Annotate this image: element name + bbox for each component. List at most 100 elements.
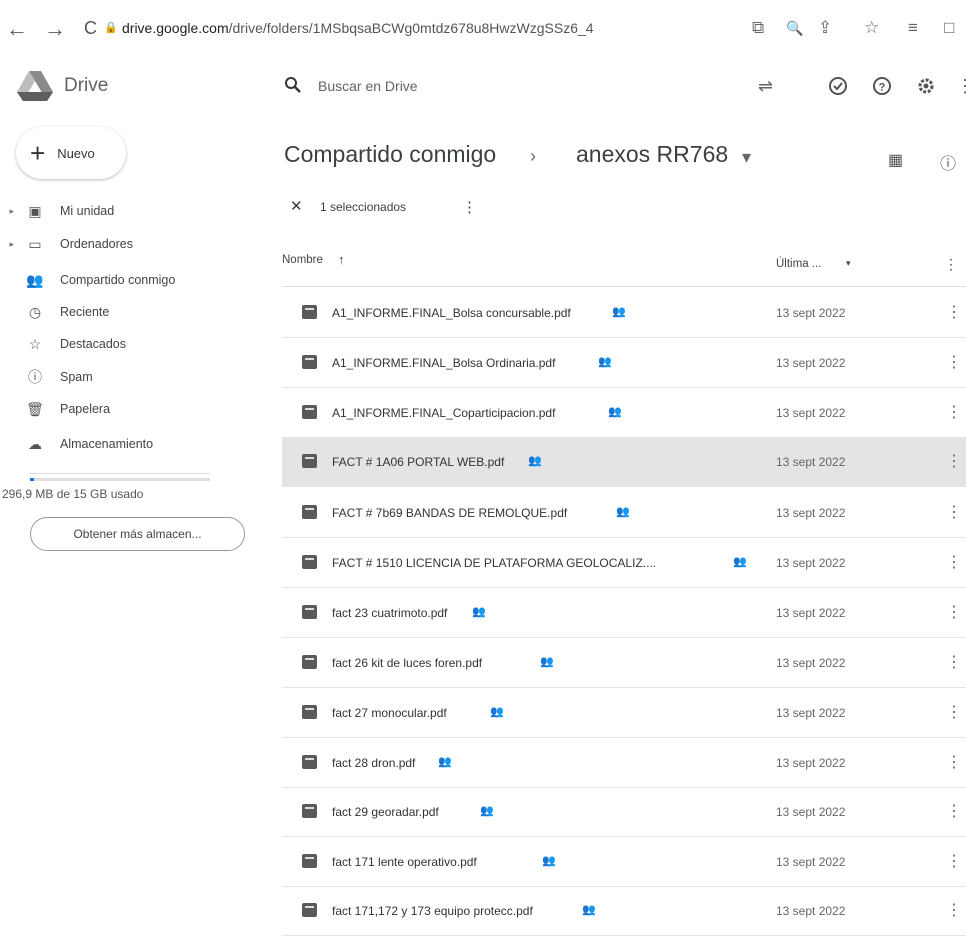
- cast-icon[interactable]: ⧉: [752, 18, 764, 38]
- trash-icon: 🗑: [26, 400, 44, 417]
- row-more-icon[interactable]: ⋮: [946, 900, 962, 920]
- file-row[interactable]: fact 27 monocular.pdf 👥 13 sept 2022 ⋮: [282, 688, 966, 738]
- row-more-icon[interactable]: ⋮: [946, 851, 962, 871]
- info-icon[interactable]: ⓘ: [940, 150, 956, 174]
- file-name[interactable]: fact 171 lente operativo.pdf: [332, 855, 477, 869]
- file-name[interactable]: fact 26 kit de luces foren.pdf: [332, 656, 482, 670]
- row-more-icon[interactable]: ⋮: [946, 552, 962, 572]
- settings-gear-icon[interactable]: [916, 76, 936, 101]
- my-drive-icon: ▣: [28, 202, 42, 219]
- file-name[interactable]: fact 23 cuatrimoto.pdf: [332, 606, 447, 620]
- pdf-file-icon: [302, 705, 317, 719]
- bookmark-star-icon[interactable]: ☆: [864, 18, 879, 38]
- sidebar-item-my-drive[interactable]: ▸ ▣ Mi unidad: [0, 195, 260, 227]
- modified-dropdown-icon[interactable]: ▾: [846, 258, 851, 269]
- row-more-icon[interactable]: ⋮: [946, 652, 962, 672]
- file-name[interactable]: FACT # 1A06 PORTAL WEB.pdf: [332, 455, 504, 469]
- row-more-icon[interactable]: ⋮: [946, 752, 962, 772]
- sidebar-item-starred[interactable]: ☆ Destacados: [0, 328, 260, 360]
- back-arrow-icon[interactable]: ←: [6, 16, 28, 42]
- file-name[interactable]: fact 27 monocular.pdf: [332, 706, 447, 720]
- shared-people-icon: 👥: [612, 306, 626, 318]
- file-name[interactable]: fact 29 georadar.pdf: [332, 805, 439, 819]
- address-bar[interactable]: drive.google.com/drive/folders/1MSbqsaBC…: [122, 20, 594, 36]
- row-more-icon[interactable]: ⋮: [946, 502, 962, 522]
- apps-more-icon[interactable]: ⋮: [956, 76, 966, 97]
- file-row[interactable]: fact 28 dron.pdf 👥 13 sept 2022 ⋮: [282, 738, 966, 788]
- file-row[interactable]: fact 171,172 y 173 equipo protecc.pdf 👥 13…: [282, 886, 966, 936]
- file-row[interactable]: FACT # 1510 LICENCIA DE PLATAFORMA GEOLO…: [282, 538, 966, 588]
- file-row[interactable]: fact 26 kit de luces foren.pdf 👥 13 sept 2…: [282, 638, 966, 688]
- file-row[interactable]: fact 23 cuatrimoto.pdf 👥 13 sept 2022 ⋮: [282, 588, 966, 638]
- new-button[interactable]: + Nuevo: [16, 127, 126, 179]
- storage-usage-fill: [30, 478, 34, 481]
- drive-logo-text: Drive: [64, 75, 109, 96]
- file-name[interactable]: A1_INFORME.FINAL_Bolsa Ordinaria.pdf: [332, 356, 555, 370]
- sidebar-item-label: Ordenadores: [60, 237, 133, 251]
- file-name[interactable]: A1_INFORME.FINAL_Coparticipacion.pdf: [332, 406, 555, 420]
- search-input[interactable]: [318, 78, 698, 94]
- sidebar-item-label: Mi unidad: [60, 204, 115, 218]
- folder-dropdown-icon[interactable]: ▾: [742, 147, 751, 168]
- sidebar-item-shared-with-me[interactable]: 👥 Compartido conmigo: [0, 264, 260, 296]
- row-more-icon[interactable]: ⋮: [946, 801, 962, 821]
- reading-list-icon[interactable]: ≡: [908, 18, 918, 38]
- reload-icon[interactable]: C: [84, 18, 97, 39]
- file-name[interactable]: FACT # 7b69 BANDAS DE REMOLQUE.pdf: [332, 506, 567, 520]
- storage-usage-text: 296,9 MB de 15 GB usado: [2, 487, 144, 501]
- sidebar-item-spam[interactable]: ⓘ Spam: [0, 361, 260, 393]
- file-name[interactable]: A1_INFORME.FINAL_Bolsa concursable.pdf: [332, 306, 571, 320]
- file-row[interactable]: FACT # 1A06 PORTAL WEB.pdf 👥 13 sept 2022 ⋮: [282, 437, 966, 487]
- offline-status-icon[interactable]: [828, 76, 848, 101]
- clear-selection-icon[interactable]: ✕: [290, 197, 303, 215]
- sort-arrow-icon[interactable]: ↑: [338, 252, 345, 267]
- row-more-icon[interactable]: ⋮: [946, 352, 962, 372]
- pdf-file-icon: [302, 655, 317, 669]
- pdf-file-icon: [302, 454, 317, 468]
- file-modified-date: 13 sept 2022: [776, 506, 846, 520]
- breadcrumb-parent[interactable]: Compartido conmigo: [284, 141, 496, 168]
- help-icon[interactable]: ?: [872, 76, 892, 101]
- breadcrumb-current-folder[interactable]: anexos RR768: [576, 141, 728, 168]
- side-panel-icon[interactable]: □: [944, 18, 954, 38]
- file-row[interactable]: fact 29 georadar.pdf 👥 13 sept 2022 ⋮: [282, 787, 966, 837]
- selection-more-icon[interactable]: ⋮: [462, 198, 477, 216]
- get-more-storage-button[interactable]: Obtener más almacen...: [30, 517, 245, 551]
- file-modified-date: 13 sept 2022: [776, 356, 846, 370]
- row-more-icon[interactable]: ⋮: [946, 451, 962, 471]
- star-icon: ☆: [28, 335, 42, 352]
- drive-logo[interactable]: Drive: [16, 66, 108, 106]
- shared-people-icon: 👥: [608, 406, 622, 418]
- shared-people-icon: 👥: [528, 455, 542, 467]
- shared-people-icon: 👥: [598, 356, 612, 368]
- row-more-icon[interactable]: ⋮: [946, 402, 962, 422]
- file-row[interactable]: A1_INFORME.FINAL_Coparticipacion.pdf 👥 13 …: [282, 388, 966, 438]
- lock-icon[interactable]: 🔒: [104, 21, 118, 34]
- file-row[interactable]: FACT # 7b69 BANDAS DE REMOLQUE.pdf 👥 13 se…: [282, 488, 966, 538]
- file-row[interactable]: A1_INFORME.FINAL_Bolsa concursable.pdf 👥 1…: [282, 288, 966, 338]
- column-header-modified[interactable]: Última ...: [776, 258, 821, 270]
- file-name[interactable]: fact 28 dron.pdf: [332, 756, 415, 770]
- row-more-icon[interactable]: ⋮: [946, 702, 962, 722]
- column-header-name[interactable]: Nombre: [282, 254, 323, 266]
- file-row[interactable]: fact 171 lente operativo.pdf 👥 13 sept 202…: [282, 837, 966, 887]
- sidebar-item-storage[interactable]: ☁ Almacenamiento: [0, 428, 260, 460]
- sidebar-item-computers[interactable]: ▸ ▭ Ordenadores: [0, 228, 260, 260]
- row-more-icon[interactable]: ⋮: [946, 302, 962, 322]
- column-more-icon[interactable]: ⋮: [944, 256, 958, 273]
- share-icon[interactable]: ⇪: [818, 18, 832, 38]
- clock-icon: ◷: [28, 303, 42, 320]
- expand-caret-icon[interactable]: ▸: [0, 239, 14, 250]
- zoom-icon[interactable]: 🔍: [786, 20, 803, 37]
- file-row[interactable]: A1_INFORME.FINAL_Bolsa Ordinaria.pdf 👥 13 …: [282, 338, 966, 388]
- file-name[interactable]: fact 171,172 y 173 equipo protecc.pdf: [332, 904, 533, 918]
- row-more-icon[interactable]: ⋮: [946, 602, 962, 622]
- expand-caret-icon[interactable]: ▸: [0, 206, 14, 217]
- search-icon[interactable]: [284, 76, 302, 99]
- forward-arrow-icon[interactable]: →: [44, 16, 66, 42]
- grid-view-icon[interactable]: ▦: [888, 150, 903, 170]
- search-options-icon[interactable]: ⇌: [758, 76, 773, 97]
- file-name[interactable]: FACT # 1510 LICENCIA DE PLATAFORMA GEOLO…: [332, 556, 656, 570]
- sidebar-item-recent[interactable]: ◷ Reciente: [0, 296, 260, 328]
- sidebar-item-trash[interactable]: 🗑 Papelera: [0, 393, 260, 425]
